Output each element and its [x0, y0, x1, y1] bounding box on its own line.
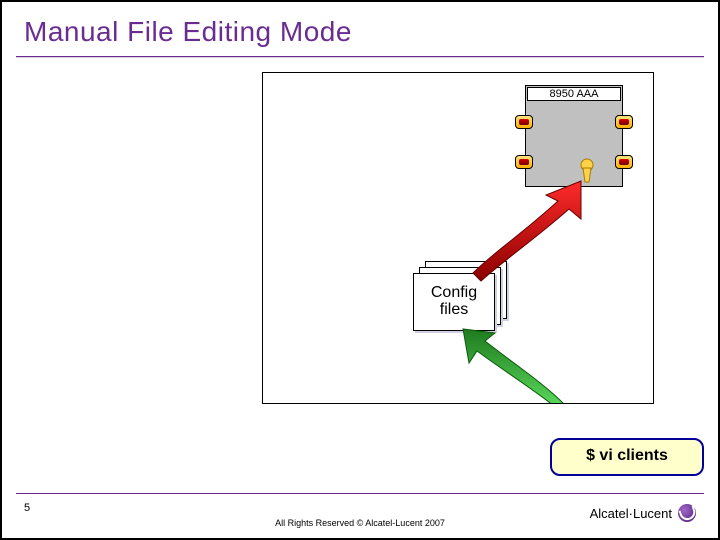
command-bubble: $ vi clients [550, 438, 704, 476]
title-rule [16, 56, 704, 58]
diagram-area: 8950 AAA Config files [262, 72, 654, 404]
footer-rule [16, 493, 704, 494]
server-led-top-left-icon [515, 115, 533, 129]
server-8950-aaa: 8950 AAA [513, 85, 633, 185]
brand: Alcatel·Lucent [590, 504, 696, 522]
config-files-stack: Config files [411, 261, 511, 333]
page-title: Manual File Editing Mode [24, 16, 352, 48]
keyhole-icon [576, 156, 598, 184]
server-led-bottom-left-icon [515, 155, 533, 169]
page-number: 5 [24, 502, 30, 514]
file-icon: Config files [413, 273, 495, 331]
server-led-top-right-icon [615, 115, 633, 129]
brand-logo-icon [678, 504, 696, 522]
config-files-label: Config files [418, 284, 490, 318]
server-led-bottom-right-icon [615, 155, 633, 169]
slide: Manual File Editing Mode 8950 AAA [0, 0, 720, 540]
arrow-green-up-icon [463, 329, 563, 403]
server-label: 8950 AAA [527, 87, 621, 101]
brand-name: Alcatel·Lucent [590, 506, 672, 521]
